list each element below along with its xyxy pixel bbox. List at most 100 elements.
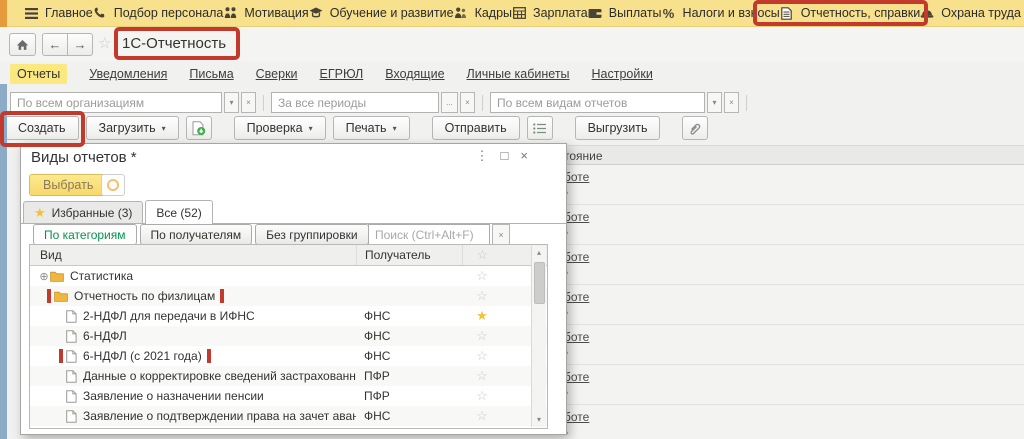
- clear-icon[interactable]: ×: [241, 92, 256, 113]
- info-button[interactable]: [101, 174, 125, 196]
- table-row[interactable]: ⊕ Статистика ☆: [30, 266, 547, 286]
- button-label: Создать: [18, 121, 66, 135]
- menu-item-safety[interactable]: Охрана труда: [920, 6, 1021, 20]
- chevron-down-icon[interactable]: ▾: [224, 92, 239, 113]
- tab-reconciliation[interactable]: Сверки: [256, 67, 298, 81]
- menu-item-salary[interactable]: Зарплата: [512, 6, 588, 20]
- taxes-icon: %: [662, 5, 675, 21]
- table-row[interactable]: 2-НДФЛ для передачи в ИФНС ФНС ★: [30, 306, 547, 326]
- tab-reports[interactable]: Отчеты: [10, 64, 68, 84]
- maximize-icon[interactable]: □: [501, 148, 509, 164]
- search-input[interactable]: [368, 224, 490, 245]
- table-row[interactable]: Отчетность по физлицам ☆: [30, 286, 547, 306]
- chevron-icon: ›: [565, 266, 1024, 280]
- state-link[interactable]: боте: [564, 410, 589, 424]
- group-by-category-button[interactable]: По категориям: [33, 224, 137, 245]
- star-icon[interactable]: ☆: [462, 328, 502, 344]
- row-recipient: ФНС: [364, 349, 391, 363]
- send-list-button[interactable]: [526, 116, 553, 140]
- table-row[interactable]: Заявление о подтверждении права на зачет…: [30, 406, 547, 426]
- period-filter-input[interactable]: [271, 92, 439, 113]
- tab-label: Избранные (3): [51, 205, 133, 220]
- tab-letters[interactable]: Письма: [189, 67, 233, 81]
- menu-item-recruiting[interactable]: Подбор персонала: [93, 6, 223, 20]
- attachment-button[interactable]: [682, 116, 709, 140]
- state-link[interactable]: боте: [564, 370, 589, 384]
- education-icon: [309, 6, 323, 20]
- list-icon: [532, 122, 546, 134]
- tab-settings[interactable]: Настройки: [592, 67, 653, 81]
- table-row[interactable]: 6-НДФЛ ФНС ☆: [30, 326, 547, 346]
- tab-all[interactable]: Все (52): [145, 200, 213, 224]
- clear-icon[interactable]: ×: [460, 92, 475, 113]
- scrollbar[interactable]: ▴ ▾: [531, 246, 546, 427]
- report-row[interactable]: боте ›: [556, 325, 1024, 365]
- send-button[interactable]: Отправить: [431, 116, 520, 140]
- clear-icon[interactable]: ×: [724, 92, 739, 113]
- menu-item-staff[interactable]: Кадры: [454, 6, 512, 20]
- menu-label: Главное: [45, 6, 93, 20]
- report-row[interactable]: боте ›: [556, 245, 1024, 285]
- star-icon[interactable]: ☆: [462, 388, 502, 404]
- table-row[interactable]: Заявление о назначении пенсии ПФР ☆: [30, 386, 547, 406]
- clear-icon[interactable]: ×: [492, 224, 510, 245]
- state-link[interactable]: боте: [564, 290, 589, 304]
- create-button[interactable]: Создать: [5, 116, 79, 140]
- star-icon[interactable]: ☆: [462, 348, 502, 364]
- table-row[interactable]: Данные о корректировке сведений застрахо…: [30, 366, 547, 386]
- scrollbar-thumb[interactable]: [533, 262, 545, 304]
- star-icon[interactable]: ☆: [462, 368, 502, 384]
- report-kind-filter-input[interactable]: [490, 92, 705, 113]
- back-button[interactable]: ←: [42, 33, 68, 56]
- home-button[interactable]: [9, 33, 36, 56]
- menu-item-education[interactable]: Обучение и развитие: [309, 6, 454, 20]
- report-row[interactable]: боте ›: [556, 285, 1024, 325]
- period-range-button[interactable]: ...: [441, 92, 458, 113]
- tab-incoming[interactable]: Входящие: [385, 67, 444, 81]
- tab-egrul[interactable]: ЕГРЮЛ: [320, 67, 364, 81]
- tab-notifications[interactable]: Уведомления: [89, 67, 167, 81]
- state-link[interactable]: боте: [564, 210, 589, 224]
- menu-item-reporting[interactable]: Отчетность, справки: [752, 0, 929, 26]
- star-icon[interactable]: ☆: [462, 408, 502, 424]
- favorite-star-icon[interactable]: ☆: [98, 34, 111, 52]
- expand-icon[interactable]: ⊕: [38, 270, 50, 283]
- report-row[interactable]: боте ›: [556, 205, 1024, 245]
- check-button[interactable]: Проверка ▾: [233, 116, 326, 140]
- tab-favorites[interactable]: ★ Избранные (3): [23, 201, 144, 223]
- chevron-icon: ›: [565, 346, 1024, 360]
- load-from-file-button[interactable]: [185, 116, 212, 140]
- scroll-down-icon[interactable]: ▾: [537, 413, 541, 427]
- star-icon[interactable]: ☆: [462, 268, 502, 284]
- state-link[interactable]: боте: [564, 330, 589, 344]
- document-icon: [66, 409, 77, 423]
- no-grouping-button[interactable]: Без группировки: [255, 224, 369, 245]
- star-icon[interactable]: ☆: [462, 288, 502, 304]
- state-link[interactable]: боте: [564, 250, 589, 264]
- menu-item-main[interactable]: Главное: [24, 6, 93, 20]
- select-button[interactable]: Выбрать: [29, 174, 108, 196]
- report-row[interactable]: боте ›: [556, 365, 1024, 405]
- star-icon[interactable]: ★: [462, 308, 502, 324]
- export-button[interactable]: Выгрузить: [574, 116, 661, 140]
- state-link[interactable]: боте: [564, 170, 589, 184]
- print-button[interactable]: Печать ▾: [332, 116, 410, 140]
- forward-button[interactable]: →: [67, 33, 93, 56]
- menu-item-motivation[interactable]: Мотивация: [223, 6, 309, 20]
- report-row[interactable]: боте ›: [556, 405, 1024, 439]
- tab-personal-accounts[interactable]: Личные кабинеты: [467, 67, 570, 81]
- tab-label: Все (52): [156, 205, 202, 220]
- group-by-recipient-button[interactable]: По получателям: [139, 224, 253, 245]
- menu-item-taxes[interactable]: % Налоги и взносы: [662, 5, 780, 21]
- menu-item-payments[interactable]: Выплаты: [588, 6, 662, 20]
- table-row[interactable]: 6-НДФЛ (с 2021 года) ФНС ☆: [30, 346, 547, 366]
- kebab-menu-icon[interactable]: ⋮: [476, 148, 489, 164]
- chevron-down-icon[interactable]: ▾: [707, 92, 722, 113]
- close-icon[interactable]: ×: [520, 148, 528, 164]
- scroll-up-icon[interactable]: ▴: [537, 246, 541, 260]
- report-row[interactable]: боте ›: [556, 165, 1024, 205]
- paperclip-icon: [690, 123, 701, 135]
- organization-filter-input[interactable]: [10, 92, 222, 113]
- load-button[interactable]: Загрузить ▾: [85, 116, 179, 140]
- document-icon: [66, 369, 77, 383]
